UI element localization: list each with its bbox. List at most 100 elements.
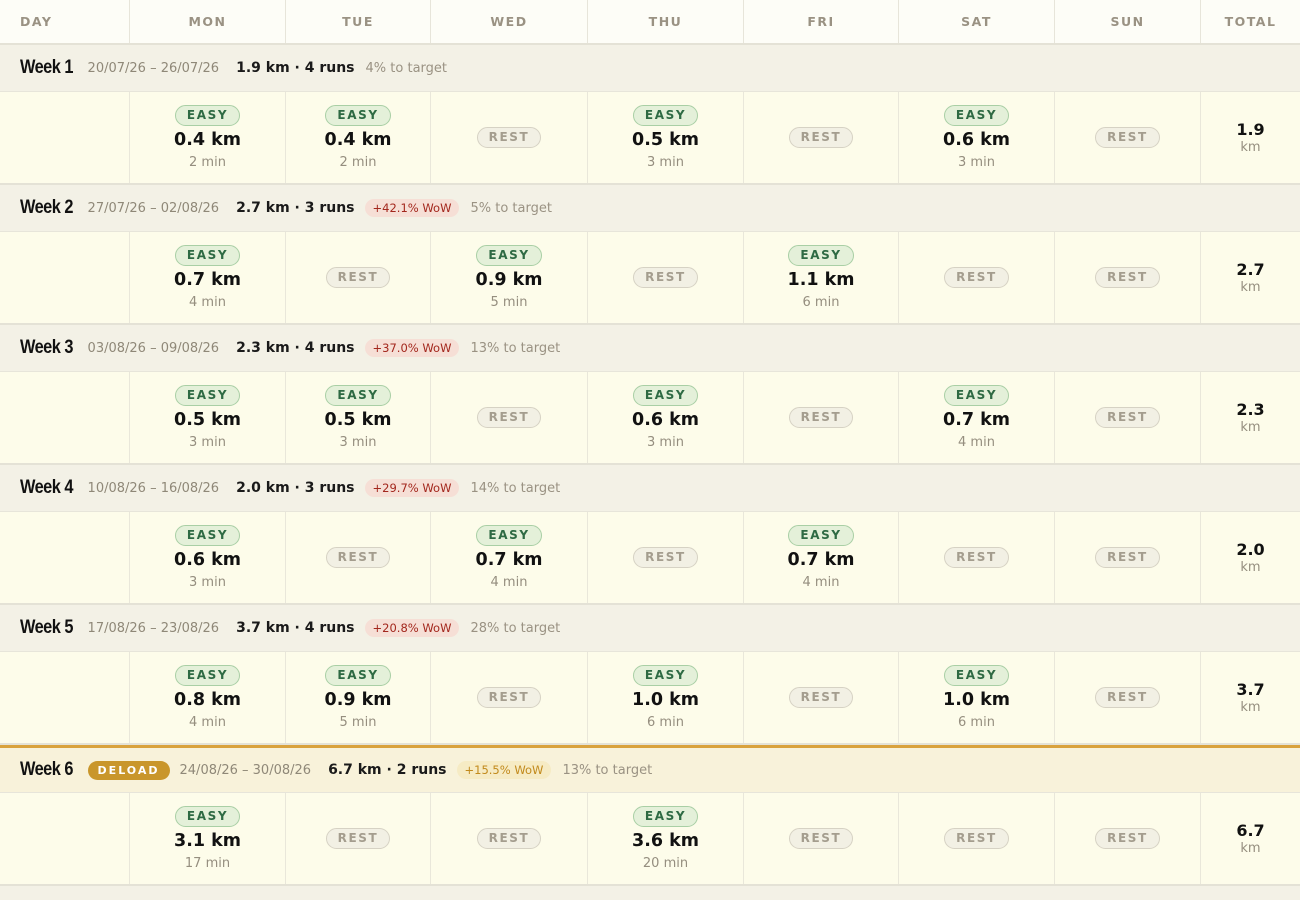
week-total-cell: 2.7 km: [1201, 232, 1300, 323]
week-header[interactable]: Week 5 17/08/26 – 23/08/26 3.7 km · 4 runs…: [0, 605, 1300, 652]
week-days-row: EASY 0.6 km 3 min REST EASY 0.7 km 4 min REST EA…: [0, 512, 1300, 605]
easy-run-badge: EASY: [174, 105, 241, 126]
week-header[interactable]: Week 4 10/08/26 – 16/08/26 2.0 km · 3 runs…: [0, 465, 1300, 512]
run-duration: 3 min: [189, 575, 226, 590]
day-cell[interactable]: REST: [899, 512, 1055, 603]
rest-day-badge: REST: [1095, 547, 1160, 568]
target-progress: 4% to target: [365, 60, 447, 76]
day-cell[interactable]: EASY 0.5 km 3 min: [286, 372, 431, 463]
easy-run-badge: EASY: [943, 665, 1010, 686]
run-duration: 4 min: [189, 715, 226, 730]
easy-run-badge: EASY: [632, 806, 699, 827]
day-cell[interactable]: EASY 0.9 km 5 min: [431, 232, 588, 323]
week-title: Week 3: [20, 337, 73, 358]
run-distance: 0.5 km: [324, 410, 392, 430]
day-cell[interactable]: EASY 1.0 km 6 min: [899, 652, 1055, 743]
day-cell[interactable]: EASY 0.7 km 4 min: [744, 512, 899, 603]
week-date-range: 24/08/26 – 30/08/26: [179, 762, 312, 778]
day-cell[interactable]: EASY 0.9 km 5 min: [286, 652, 431, 743]
week-total-value: 2.7: [1236, 260, 1265, 279]
week-summary: 6.7 km · 2 runs: [328, 762, 447, 778]
day-cell[interactable]: REST: [1055, 512, 1201, 603]
table-bottom-edge: [0, 886, 1300, 900]
week-title: Week 2: [20, 197, 73, 218]
day-cell[interactable]: EASY 0.7 km 4 min: [130, 232, 286, 323]
week-total-value: 6.7: [1236, 821, 1265, 840]
day-cell[interactable]: REST: [588, 232, 744, 323]
week-total-unit: km: [1240, 140, 1261, 155]
run-distance: 1.1 km: [787, 270, 855, 290]
easy-run-badge: EASY: [943, 105, 1010, 126]
day-cell[interactable]: REST: [588, 512, 744, 603]
week-date-range: 03/08/26 – 09/08/26: [87, 340, 220, 356]
run-duration: 4 min: [189, 295, 226, 310]
rest-day-badge: REST: [788, 828, 854, 849]
day-cell[interactable]: REST: [431, 652, 588, 743]
day-cell[interactable]: EASY 0.5 km 3 min: [588, 92, 744, 183]
column-header-tue: TUE: [286, 0, 431, 43]
run-duration: 17 min: [184, 856, 231, 871]
run-distance: 1.0 km: [632, 690, 699, 710]
day-cell[interactable]: EASY 0.4 km 2 min: [286, 92, 431, 183]
rest-day-badge: REST: [1095, 687, 1160, 708]
week-days-row: EASY 0.8 km 4 min EASY 0.9 km 5 min REST EASY 1.…: [0, 652, 1300, 745]
run-distance: 0.7 km: [943, 410, 1010, 430]
day-cell[interactable]: EASY 0.6 km 3 min: [130, 512, 286, 603]
rest-day-badge: REST: [1095, 407, 1160, 428]
day-cell[interactable]: REST: [1055, 92, 1201, 183]
day-cell[interactable]: REST: [286, 512, 431, 603]
day-cell[interactable]: EASY 0.7 km 4 min: [899, 372, 1055, 463]
week-header[interactable]: Week 1 20/07/26 – 26/07/26 1.9 km · 4 runs…: [0, 45, 1300, 92]
rest-day-badge: REST: [944, 267, 1009, 288]
day-cell[interactable]: REST: [899, 793, 1055, 884]
week-header[interactable]: Week 2 27/07/26 – 02/08/26 2.7 km · 3 runs…: [0, 185, 1300, 232]
week-total-unit: km: [1240, 700, 1261, 715]
week-title: Week 4: [20, 477, 73, 498]
target-progress: 14% to target: [470, 480, 561, 496]
week-header[interactable]: Week 3 03/08/26 – 09/08/26 2.3 km · 4 runs…: [0, 325, 1300, 372]
day-cell[interactable]: REST: [1055, 372, 1201, 463]
easy-run-badge: EASY: [174, 385, 241, 406]
day-cell[interactable]: REST: [899, 232, 1055, 323]
week-date-range: 10/08/26 – 16/08/26: [87, 480, 220, 496]
day-cell[interactable]: EASY 0.8 km 4 min: [130, 652, 286, 743]
day-cell[interactable]: EASY 1.1 km 6 min: [744, 232, 899, 323]
day-cell[interactable]: REST: [1055, 652, 1201, 743]
rest-day-badge: REST: [1095, 267, 1160, 288]
day-cell[interactable]: REST: [1055, 232, 1201, 323]
day-cell[interactable]: REST: [744, 92, 899, 183]
day-cell[interactable]: EASY 0.6 km 3 min: [588, 372, 744, 463]
day-cell[interactable]: REST: [744, 793, 899, 884]
day-cell[interactable]: EASY 0.4 km 2 min: [130, 92, 286, 183]
day-cell[interactable]: REST: [1055, 793, 1201, 884]
run-distance: 0.4 km: [324, 130, 392, 150]
easy-run-badge: EASY: [476, 245, 542, 266]
day-cell[interactable]: REST: [431, 372, 588, 463]
day-cell[interactable]: EASY 1.0 km 6 min: [588, 652, 744, 743]
week-header[interactable]: Week 6 DELOAD 24/08/26 – 30/08/26 6.7 km · …: [0, 745, 1300, 793]
easy-run-badge: EASY: [325, 665, 391, 686]
week-total-cell: 2.3 km: [1201, 372, 1300, 463]
day-cell[interactable]: EASY 0.5 km 3 min: [130, 372, 286, 463]
day-cell[interactable]: EASY 3.6 km 20 min: [588, 793, 744, 884]
day-cell[interactable]: REST: [431, 793, 588, 884]
target-progress: 13% to target: [470, 340, 561, 356]
week-total-value: 3.7: [1236, 680, 1265, 699]
week-days-row: EASY 0.4 km 2 min EASY 0.4 km 2 min REST EASY 0.…: [0, 92, 1300, 185]
rest-day-badge: REST: [325, 547, 391, 568]
day-cell[interactable]: REST: [431, 92, 588, 183]
day-cell[interactable]: EASY 0.6 km 3 min: [899, 92, 1055, 183]
day-cell[interactable]: EASY 3.1 km 17 min: [130, 793, 286, 884]
run-duration: 4 min: [802, 575, 840, 590]
run-duration: 6 min: [958, 715, 995, 730]
run-distance: 0.5 km: [174, 410, 241, 430]
day-cell[interactable]: EASY 0.7 km 4 min: [431, 512, 588, 603]
day-cell[interactable]: REST: [744, 652, 899, 743]
week-total-value: 2.3: [1236, 400, 1265, 419]
rest-day-badge: REST: [633, 267, 698, 288]
easy-run-badge: EASY: [476, 525, 542, 546]
day-cell[interactable]: REST: [744, 372, 899, 463]
day-cell[interactable]: REST: [286, 232, 431, 323]
week-total-cell: 2.0 km: [1201, 512, 1300, 603]
day-cell[interactable]: REST: [286, 793, 431, 884]
